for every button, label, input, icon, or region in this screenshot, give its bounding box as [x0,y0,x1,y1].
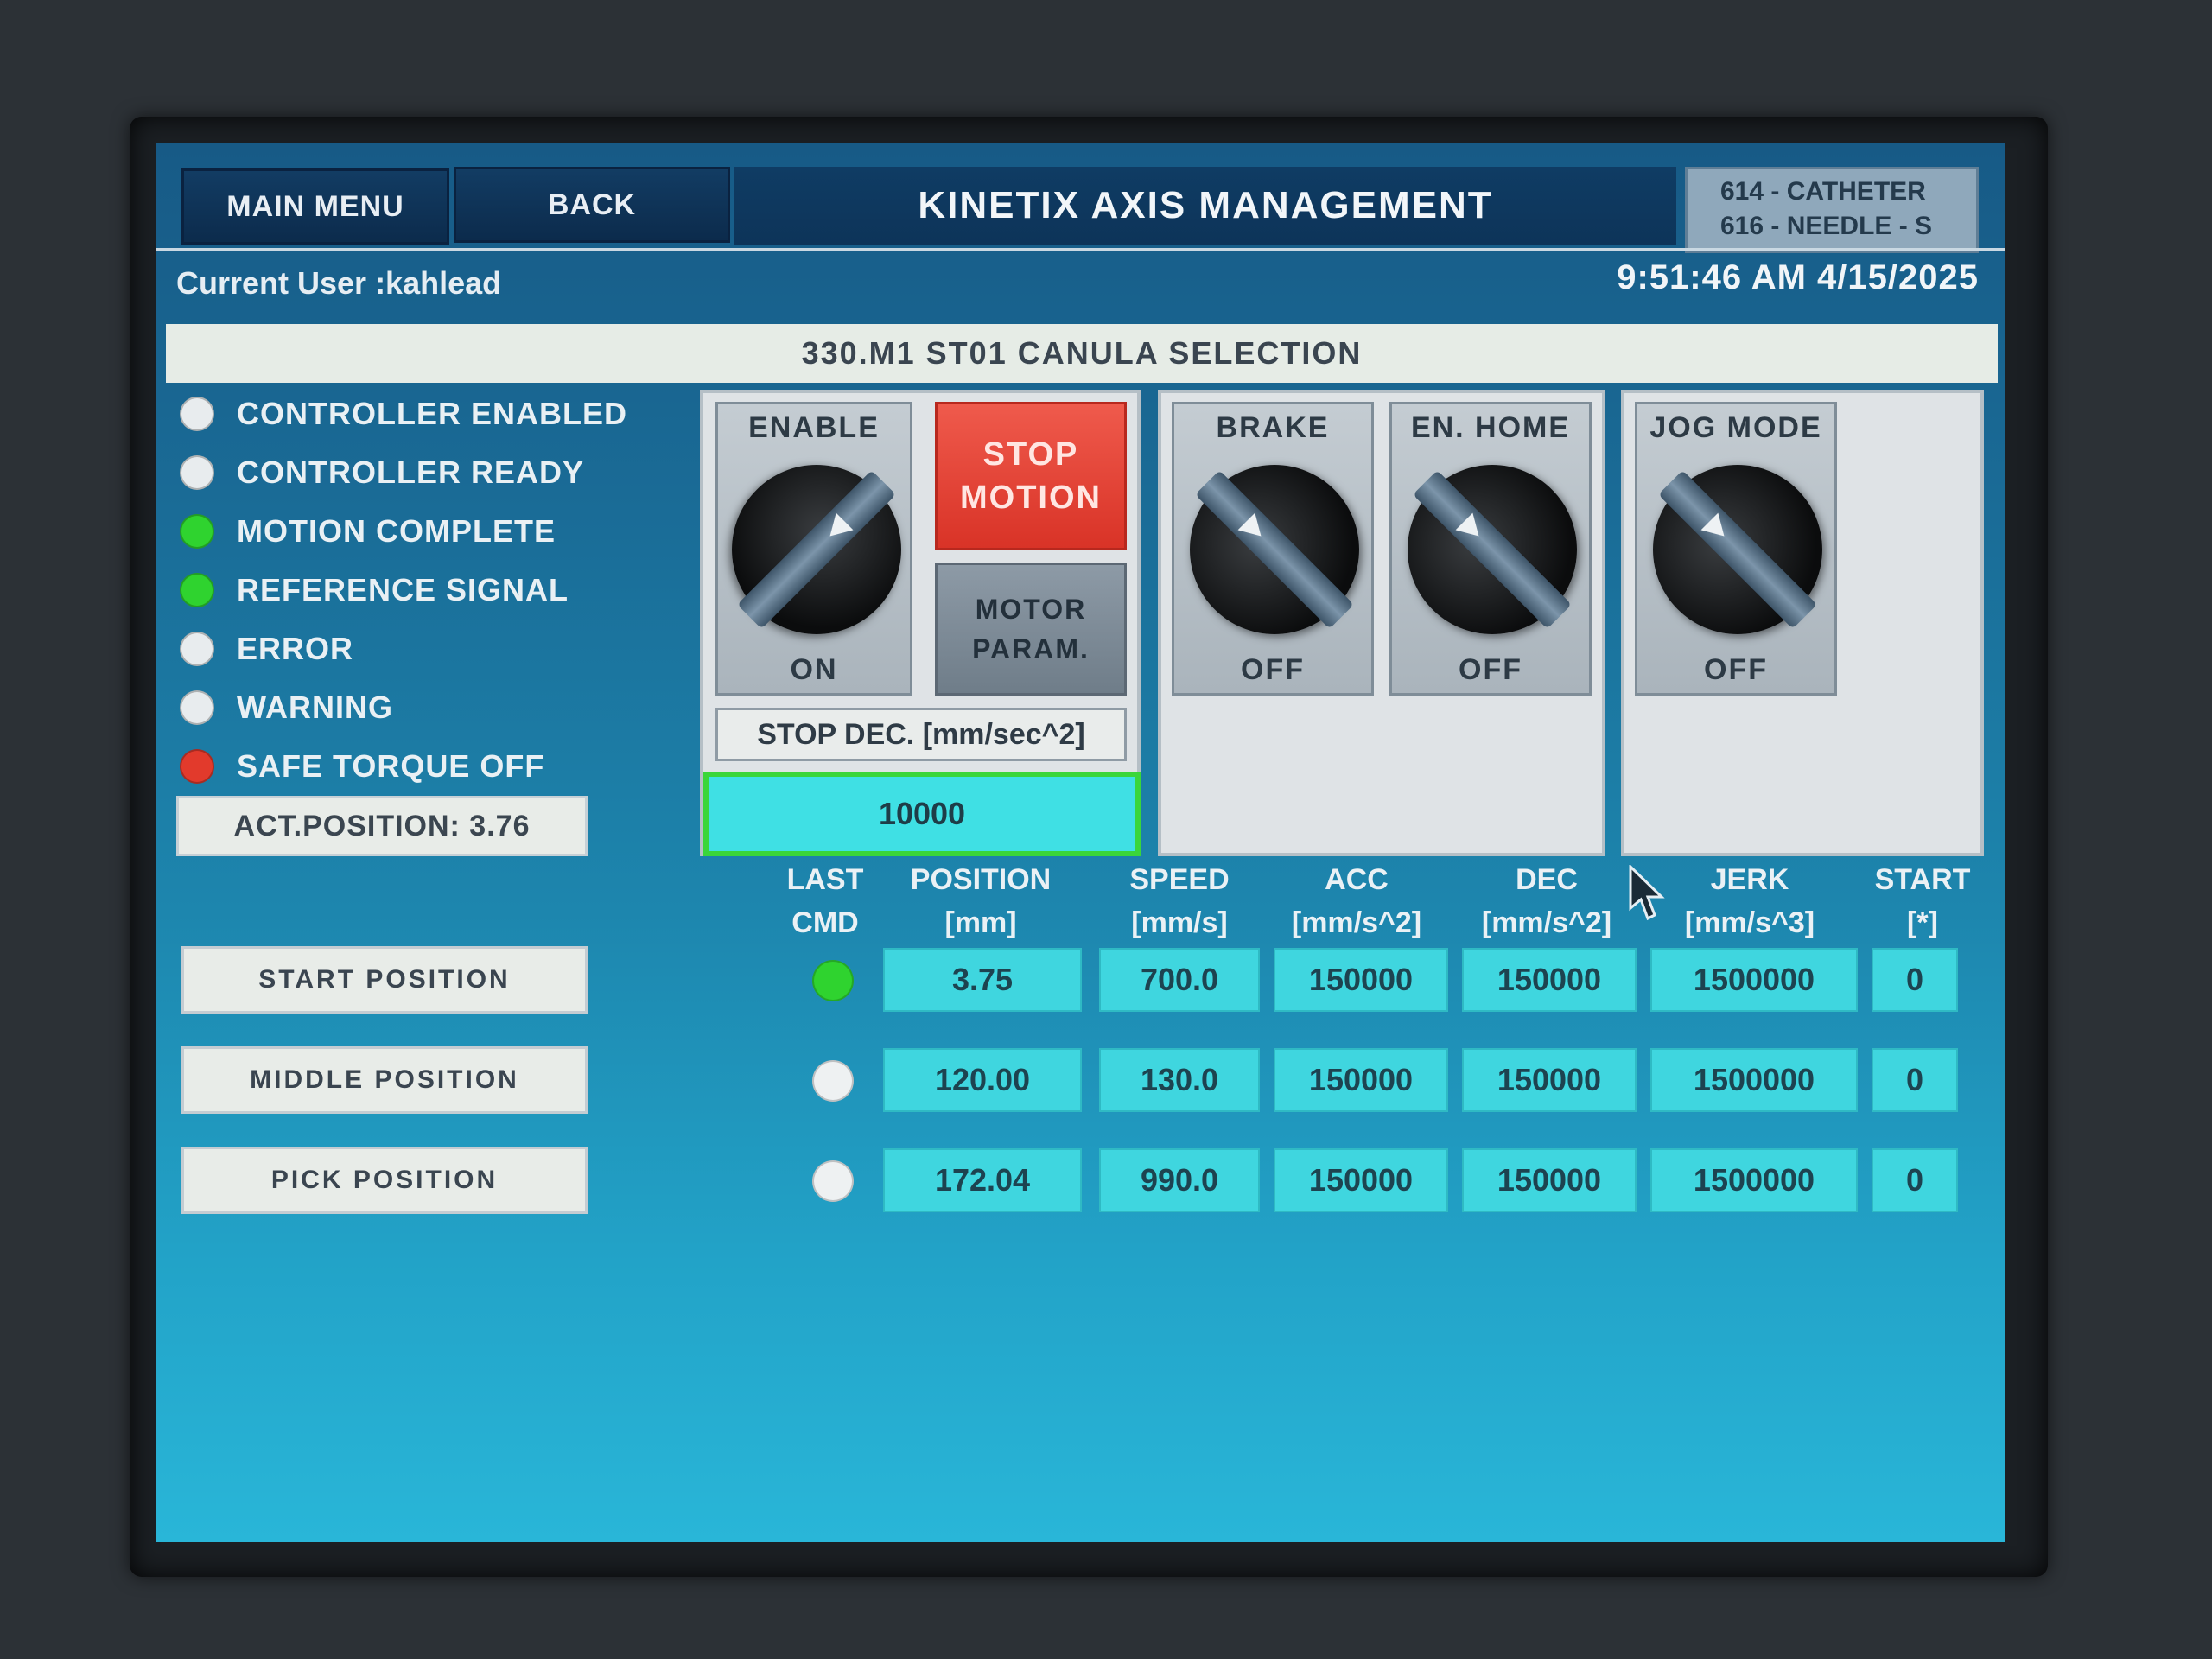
status-error: ERROR [180,628,664,670]
back-button[interactable]: BACK [454,167,730,243]
actual-position-readout: ACT.POSITION: 3.76 [176,796,588,856]
jog-panel: JOG MODE OFF [1618,390,1984,856]
last-cmd-indicator [812,960,854,1001]
status-list: CONTROLLER ENABLED CONTROLLER READY MOTI… [180,393,664,787]
status-led [180,514,214,549]
dec-input[interactable]: 150000 [1462,948,1637,1012]
col-header-jerk: JERK [mm/s^3] [1684,863,1815,939]
position-input[interactable]: 3.75 [883,948,1082,1012]
middle-position-button[interactable]: MIDDLE POSITION [181,1046,588,1114]
start-input[interactable]: 0 [1872,948,1958,1012]
en-home-switch-label: EN. HOME [1410,411,1571,444]
rotary-knob-icon [1154,429,1395,670]
pick-position-button[interactable]: PICK POSITION [181,1147,588,1214]
col-header-speed: SPEED [mm/s] [1129,863,1230,939]
main-menu-button[interactable]: MAIN MENU [181,168,449,245]
col-header-last-cmd: LAST CMD [786,863,864,939]
last-cmd-indicator [812,1160,854,1202]
mouse-cursor-icon [1629,865,1665,921]
status-controller-enabled: CONTROLLER ENABLED [180,393,664,435]
rotary-knob-icon [696,429,937,670]
status-label: CONTROLLER ENABLED [237,396,627,431]
status-reference-signal: REFERENCE SIGNAL [180,569,664,611]
status-led [180,455,214,490]
status-label: ERROR [237,631,354,666]
brake-switch[interactable]: BRAKE OFF [1154,402,1395,696]
enable-panel: ENABLE ON STOP MOTION MOTOR PARAM. STOP DE… [696,390,1141,856]
page-title: KINETIX AXIS MANAGEMENT [734,167,1676,245]
col-header-start: START [*] [1874,863,1971,939]
hmi-screen: MAIN MENU BACK KINETIX AXIS MANAGEMENT 6… [156,143,2005,1542]
product-line-2: 616 - NEEDLE - S [1720,212,1933,240]
status-label: CONTROLLER READY [237,454,584,490]
stop-motion-line2: MOTION [960,480,1102,516]
acc-input[interactable]: 150000 [1274,948,1448,1012]
brake-switch-state: OFF [1241,653,1305,686]
motor-param-button[interactable]: MOTOR PARAM. [935,563,1127,696]
last-cmd-indicator [812,1060,854,1102]
dec-input[interactable]: 150000 [1462,1048,1637,1112]
date-time: 9:51:46 AM 4/15/2025 [1617,258,1979,296]
status-led [180,397,214,431]
enable-switch-label: ENABLE [748,411,880,444]
jerk-input[interactable]: 1500000 [1650,1048,1858,1112]
acc-input[interactable]: 150000 [1274,1048,1448,1112]
status-led [180,632,214,666]
speed-input[interactable]: 130.0 [1099,1048,1260,1112]
jog-mode-switch-state: OFF [1704,653,1768,686]
motor-param-line2: PARAM. [972,633,1090,664]
enable-switch[interactable]: ENABLE ON [696,402,937,696]
en-home-switch-state: OFF [1459,653,1522,686]
product-info-box: 614 - CATHETER 616 - NEEDLE - S [1685,167,1979,253]
start-position-button[interactable]: START POSITION [181,946,588,1014]
stop-dec-label: STOP DEC. [mm/sec^2] [715,708,1127,761]
status-label: SAFE TORQUE OFF [237,748,545,784]
acc-input[interactable]: 150000 [1274,1148,1448,1212]
status-motion-complete: MOTION COMPLETE [180,511,664,552]
rotary-knob-icon [1372,429,1612,670]
brake-switch-label: BRAKE [1216,411,1330,444]
current-user: Current User :kahlead [176,265,502,301]
start-input[interactable]: 0 [1872,1048,1958,1112]
status-led [180,690,214,725]
brake-home-panel: BRAKE OFF EN. HOME OFF [1154,390,1612,856]
stop-motion-button[interactable]: STOP MOTION [935,402,1127,550]
position-input[interactable]: 172.04 [883,1148,1082,1212]
status-label: REFERENCE SIGNAL [237,572,569,607]
start-input[interactable]: 0 [1872,1148,1958,1212]
status-label: MOTION COMPLETE [237,513,556,549]
motor-param-line1: MOTOR [975,594,1087,625]
status-led [180,573,214,607]
status-label: WARNING [237,690,393,725]
station-banner: 330.M1 ST01 CANULA SELECTION [166,324,1998,383]
product-line-1: 614 - CATHETER [1720,177,1926,206]
status-led [180,749,214,784]
status-safe-torque-off: SAFE TORQUE OFF [180,746,664,787]
en-home-switch[interactable]: EN. HOME OFF [1372,402,1612,696]
jog-mode-switch[interactable]: JOG MODE OFF [1618,402,1858,696]
stop-motion-line1: STOP [982,436,1079,473]
rotary-knob-icon [1618,429,1858,670]
jog-mode-switch-label: JOG MODE [1649,411,1822,444]
status-controller-ready: CONTROLLER READY [180,452,664,493]
position-input[interactable]: 120.00 [883,1048,1082,1112]
col-header-acc: ACC [mm/s^2] [1291,863,1422,939]
dec-input[interactable]: 150000 [1462,1148,1637,1212]
stop-dec-input[interactable]: 10000 [703,772,1141,856]
speed-input[interactable]: 990.0 [1099,1148,1260,1212]
jerk-input[interactable]: 1500000 [1650,1148,1858,1212]
header-divider [156,248,2005,251]
status-warning: WARNING [180,687,664,728]
enable-switch-state: ON [790,653,838,686]
jerk-input[interactable]: 1500000 [1650,948,1858,1012]
col-header-dec: DEC [mm/s^2] [1481,863,1612,939]
speed-input[interactable]: 700.0 [1099,948,1260,1012]
col-header-position: POSITION [mm] [910,863,1052,939]
